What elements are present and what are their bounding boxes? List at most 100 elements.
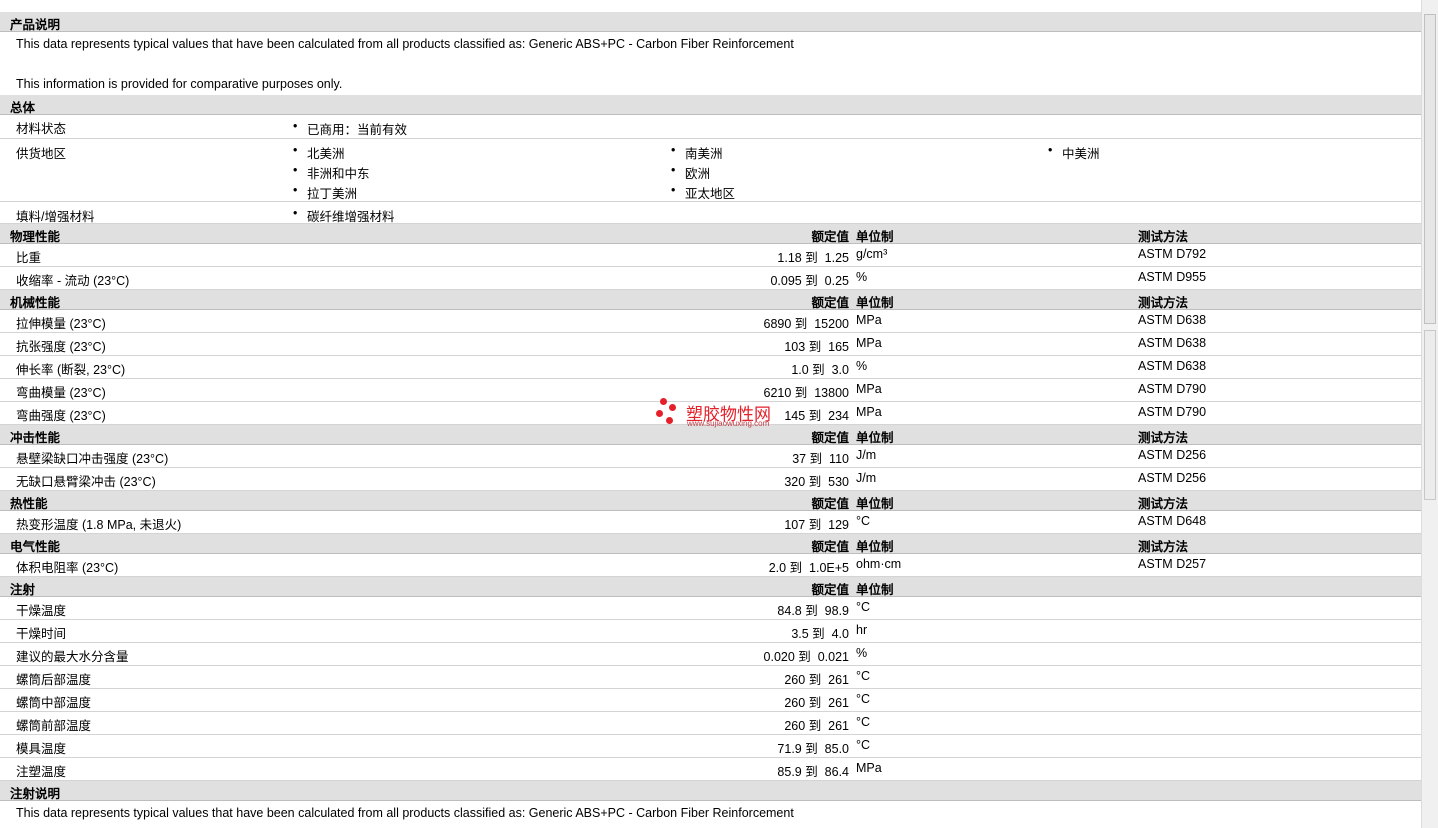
row-value: 37 到 110 xyxy=(792,452,849,466)
region-item: 南美洲 xyxy=(671,143,722,162)
region-item: 中美洲 xyxy=(1048,143,1099,162)
header-method: 测试方法 xyxy=(1138,230,1189,244)
row-value: 84.8 到 98.9 xyxy=(777,604,849,618)
header-method: 测试方法 xyxy=(1138,296,1189,310)
row-unit: g/cm³ xyxy=(856,247,888,261)
row-label: 弯曲模量 (23°C) xyxy=(16,386,106,400)
row-label: 伸长率 (断裂, 23°C) xyxy=(16,363,126,377)
region-item: 北美洲 xyxy=(293,143,344,162)
row-method: ASTM D256 xyxy=(1138,471,1207,485)
header-unit: 单位制 xyxy=(856,540,894,554)
table-row: 螺筒后部温度 260 到 261 °C xyxy=(0,666,1421,689)
header-value: 额定值 xyxy=(811,540,849,554)
row-label: 供货地区 xyxy=(16,147,67,161)
header-unit: 单位制 xyxy=(856,497,894,511)
region-item: 亚太地区 xyxy=(671,183,735,202)
row-value: 260 到 261 xyxy=(784,696,849,710)
row-label: 体积电阻率 (23°C) xyxy=(16,561,119,575)
row-label: 比重 xyxy=(16,251,42,265)
row-label: 拉伸模量 (23°C) xyxy=(16,317,106,331)
row-unit: °C xyxy=(856,692,871,706)
row-value: 107 到 129 xyxy=(784,518,849,532)
row-value: 103 到 165 xyxy=(784,340,849,354)
table-row: 抗张强度 (23°C) 103 到 165 MPa ASTM D638 xyxy=(0,333,1421,356)
row-unit: °C xyxy=(856,514,871,528)
table-row: 注塑温度 85.9 到 86.4 MPa xyxy=(0,758,1421,781)
product-desc-line1: This data represents typical values that… xyxy=(16,37,794,51)
section-title: 热性能 xyxy=(10,497,48,511)
row-method: ASTM D648 xyxy=(1138,514,1207,528)
row-value: 2.0 到 1.0E+5 xyxy=(768,561,849,575)
row-value: 260 到 261 xyxy=(784,719,849,733)
row-label: 无缺口悬臂梁冲击 (23°C) xyxy=(16,475,156,489)
row-unit: MPa xyxy=(856,761,882,775)
row-label: 材料状态 xyxy=(16,122,67,136)
row-label: 收缩率 - 流动 (23°C) xyxy=(16,274,130,288)
header-value: 额定值 xyxy=(811,583,849,597)
row-value: 3.5 到 4.0 xyxy=(791,627,849,641)
region-item: 欧洲 xyxy=(671,163,710,182)
row-method: ASTM D790 xyxy=(1138,382,1207,396)
row-unit: °C xyxy=(856,715,871,729)
row-method: ASTM D792 xyxy=(1138,247,1207,261)
section-header-injection-desc: 注射说明 xyxy=(0,781,1421,801)
header-method: 测试方法 xyxy=(1138,540,1189,554)
scrollbar-thumb[interactable] xyxy=(1424,14,1436,324)
row-unit: % xyxy=(856,270,868,284)
row-unit: % xyxy=(856,359,868,373)
header-value: 额定值 xyxy=(811,497,849,511)
header-method: 测试方法 xyxy=(1138,497,1189,511)
vertical-scrollbar[interactable] xyxy=(1421,0,1438,828)
row-label: 干燥时间 xyxy=(16,627,67,641)
section-title: 注射 xyxy=(10,583,36,597)
row-unit: MPa xyxy=(856,382,882,396)
watermark-url: www.sujiaowuxing.com xyxy=(687,419,770,428)
row-value: 145 到 234 xyxy=(784,409,849,423)
section-title: 总体 xyxy=(10,101,36,115)
row-method: ASTM D955 xyxy=(1138,270,1207,284)
row-label: 弯曲强度 (23°C) xyxy=(16,409,106,423)
watermark-logo: 塑胶物性网 www.sujiaowuxing.com xyxy=(656,398,786,432)
general-region-row: 供货地区 北美洲 南美洲 中美洲 非洲和中东 欧洲 拉丁美洲 亚太地区 xyxy=(0,139,1421,202)
row-value: 1.18 到 1.25 xyxy=(777,251,849,265)
row-unit: ohm·cm xyxy=(856,557,902,571)
general-filler-row: 填料/增强材料 碳纤维增强材料 xyxy=(0,202,1421,224)
header-value: 额定值 xyxy=(811,431,849,445)
scrollbar-track-segment[interactable] xyxy=(1424,330,1436,500)
table-row: 热变形温度 (1.8 MPa, 未退火) 107 到 129 °C ASTM D… xyxy=(0,511,1421,534)
row-unit: °C xyxy=(856,600,871,614)
row-method: ASTM D790 xyxy=(1138,405,1207,419)
row-label: 干燥温度 xyxy=(16,604,67,618)
row-value: 1.0 到 3.0 xyxy=(791,363,849,377)
row-label: 热变形温度 (1.8 MPa, 未退火) xyxy=(16,518,182,532)
row-unit: J/m xyxy=(856,471,877,485)
header-method: 测试方法 xyxy=(1138,431,1189,445)
row-label: 模具温度 xyxy=(16,742,67,756)
section-title: 产品说明 xyxy=(10,18,61,32)
row-method: ASTM D638 xyxy=(1138,359,1207,373)
table-row: 干燥时间 3.5 到 4.0 hr xyxy=(0,620,1421,643)
section-title: 注射说明 xyxy=(10,787,61,801)
section-header-product-desc: 产品说明 xyxy=(0,12,1421,32)
row-method: ASTM D256 xyxy=(1138,448,1207,462)
row-unit: MPa xyxy=(856,336,882,350)
product-desc-line2: This information is provided for compara… xyxy=(16,77,343,91)
datasheet-page: 产品说明 This data represents typical values… xyxy=(0,0,1421,828)
header-unit: 单位制 xyxy=(856,431,894,445)
row-value: 0.020 到 0.021 xyxy=(763,650,849,664)
row-label: 抗张强度 (23°C) xyxy=(16,340,106,354)
row-method: ASTM D638 xyxy=(1138,313,1207,327)
section-header-general: 总体 xyxy=(0,95,1421,115)
header-unit: 单位制 xyxy=(856,296,894,310)
table-row: 收缩率 - 流动 (23°C) 0.095 到 0.25 % ASTM D955 xyxy=(0,267,1421,290)
table-row: 干燥温度 84.8 到 98.9 °C xyxy=(0,597,1421,620)
section-title: 冲击性能 xyxy=(10,431,61,445)
row-unit: hr xyxy=(856,623,868,637)
section-header-physical: 物理性能 额定值 单位制 测试方法 xyxy=(0,224,1421,244)
row-value: 260 到 261 xyxy=(784,673,849,687)
row-label: 螺筒后部温度 xyxy=(16,673,92,687)
row-unit: °C xyxy=(856,669,871,683)
region-item: 拉丁美洲 xyxy=(293,183,357,202)
row-unit: MPa xyxy=(856,405,882,419)
row-label: 填料/增强材料 xyxy=(16,210,95,224)
